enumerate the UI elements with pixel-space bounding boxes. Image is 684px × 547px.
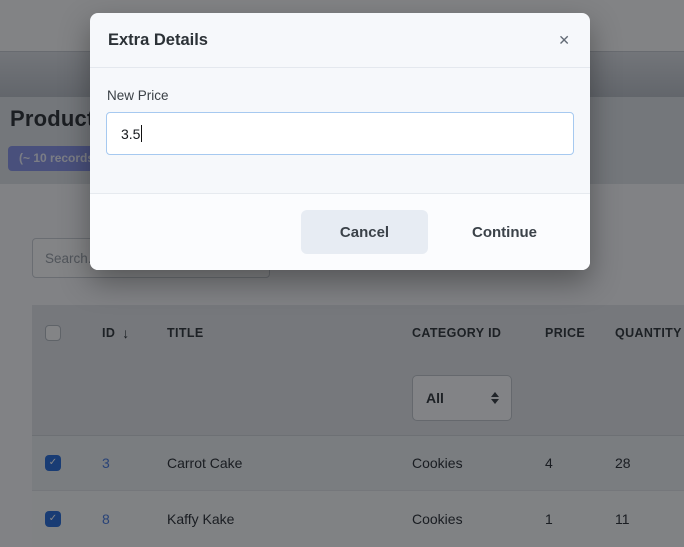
new-price-label: New Price	[107, 88, 574, 103]
new-price-input[interactable]: 3.5	[106, 112, 574, 155]
new-price-value: 3.5	[121, 126, 140, 142]
cancel-button[interactable]: Cancel	[301, 210, 428, 254]
screen: Products (~ 10 records) ID ↓ TITLE CATEG…	[0, 0, 684, 547]
modal-body: New Price 3.5	[90, 68, 590, 193]
modal-footer: Cancel Continue	[90, 193, 590, 270]
modal-title: Extra Details	[108, 31, 208, 50]
close-icon[interactable]: ✕	[552, 28, 576, 53]
continue-button[interactable]: Continue	[442, 210, 567, 254]
extra-details-modal: Extra Details ✕ New Price 3.5 Cancel Con…	[90, 13, 590, 270]
text-cursor	[141, 125, 142, 142]
modal-header: Extra Details ✕	[90, 13, 590, 68]
